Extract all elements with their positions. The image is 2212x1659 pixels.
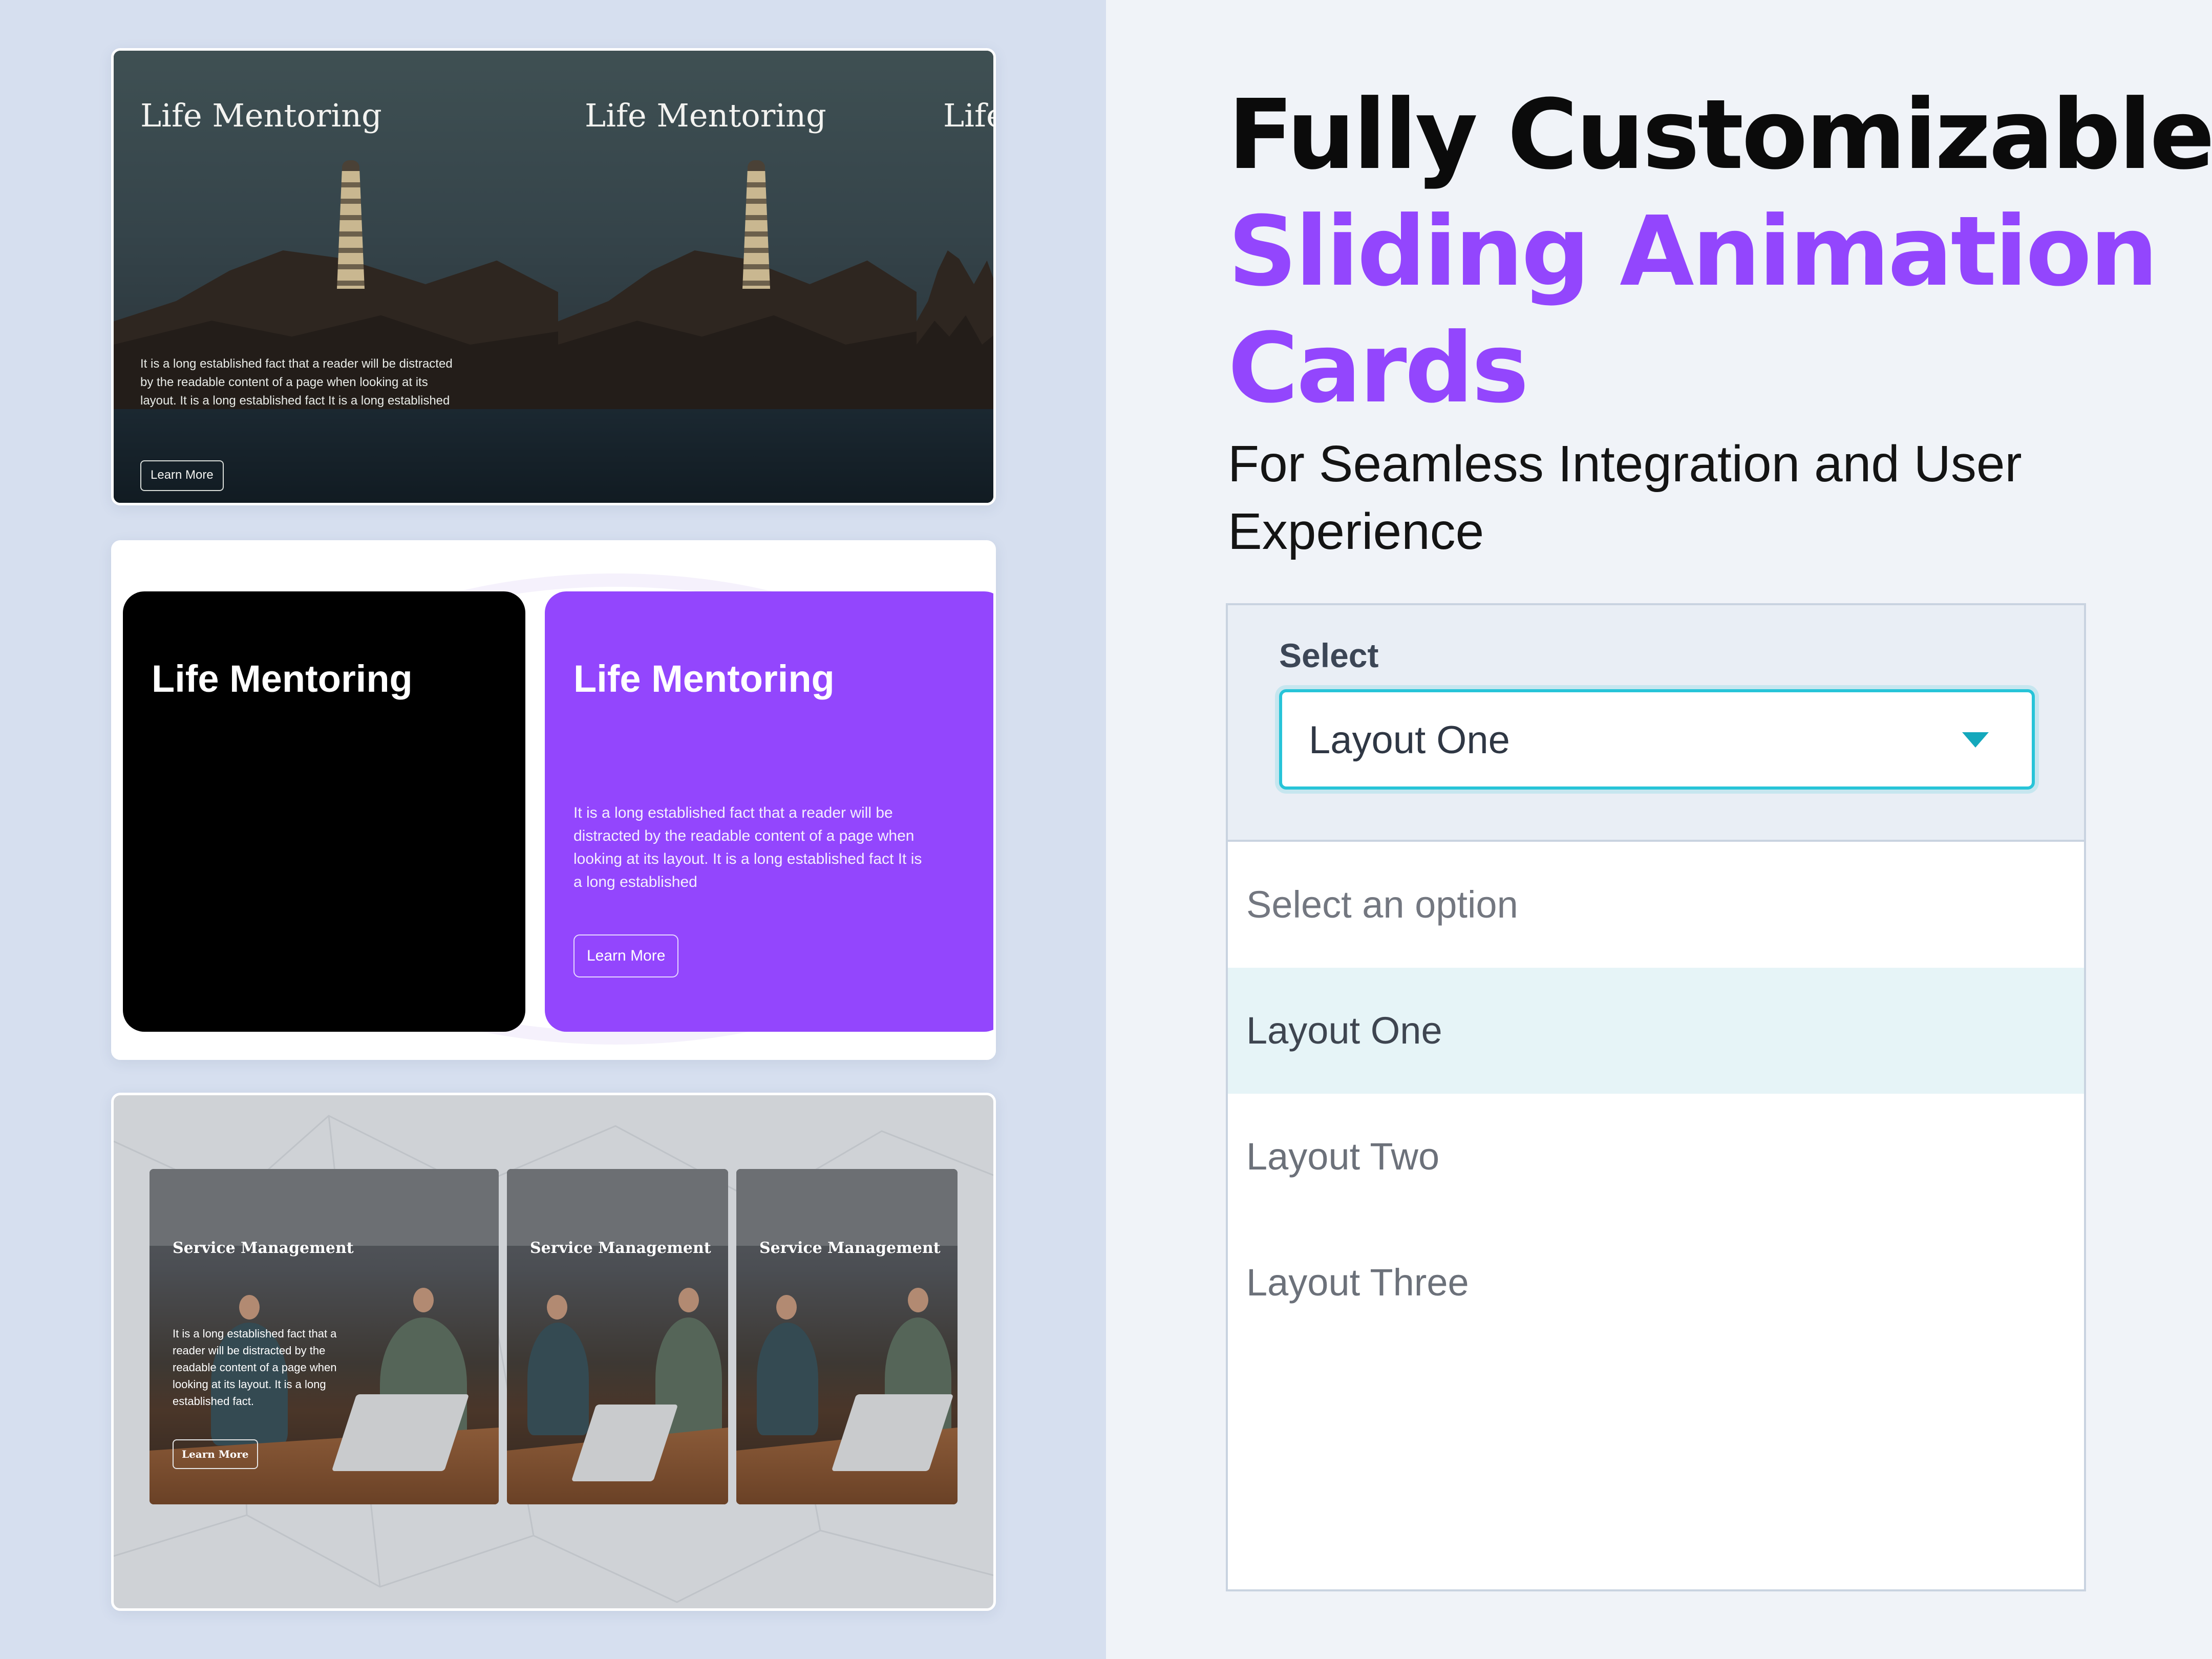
option-layout-three[interactable]: Layout Three <box>1228 1220 2084 1346</box>
layout-select: Select Layout One Select an option Layou… <box>1226 603 2086 1591</box>
slide-card[interactable]: Life <box>917 51 993 503</box>
page-title: Fully Customizable Sliding Animation Car… <box>1228 77 2212 427</box>
selected-value: Layout One <box>1309 718 1510 762</box>
card-title: Life Mentoring <box>140 97 382 134</box>
option-placeholder[interactable]: Select an option <box>1228 842 2084 968</box>
option-layout-one[interactable]: Layout One <box>1228 968 2084 1094</box>
card-title: Service Management <box>530 1239 711 1257</box>
preview-panel: Life Mentoring It is a long established … <box>0 0 1106 1659</box>
slide-card[interactable]: Life Mentoring It is a long established … <box>545 591 993 1032</box>
select-header: Select Layout One <box>1228 605 2084 842</box>
layout-one-preview: Life Mentoring It is a long established … <box>111 48 996 505</box>
layout-three-preview: Service Management It is a long establis… <box>111 1093 996 1611</box>
card-title: Life Mentoring <box>573 657 835 700</box>
title-line: Fully Customizable <box>1228 79 2212 191</box>
title-line-accent: Cards <box>1228 312 1529 424</box>
card-title: Life Mentoring <box>152 657 413 700</box>
layout-two-preview: Life Mentoring Life Mentoring It is a lo… <box>111 540 996 1060</box>
card-description: It is a long established fact that a rea… <box>140 357 453 408</box>
slide-card[interactable]: Service Management <box>507 1169 728 1504</box>
card-description: It is a long established fact that a rea… <box>173 1327 337 1408</box>
option-layout-two[interactable]: Layout Two <box>1228 1094 2084 1220</box>
learn-more-button[interactable]: Learn More <box>573 934 679 977</box>
page-subtitle: For Seamless Integration and User Experi… <box>1228 435 2022 560</box>
slide-card[interactable]: Life Mentoring <box>123 591 525 1032</box>
slide-card[interactable]: Life Mentoring It is a long established … <box>114 51 559 503</box>
card-title: Life Mentoring <box>585 97 826 134</box>
learn-more-button[interactable]: Learn More <box>173 1439 258 1469</box>
card-title: Service Management <box>759 1239 941 1257</box>
title-line-accent: Sliding Animation <box>1228 196 2158 308</box>
slide-card[interactable]: Life Mentoring <box>558 51 918 503</box>
card-title: Service Management <box>173 1239 354 1257</box>
select-label: Select <box>1279 636 1379 674</box>
dropdown-options: Select an option Layout One Layout Two L… <box>1228 842 2084 1346</box>
card-description: It is a long established fact that a rea… <box>573 804 922 890</box>
layout-dropdown[interactable]: Layout One <box>1279 689 2035 790</box>
slide-card[interactable]: Service Management It is a long establis… <box>150 1169 499 1504</box>
card-title: Life <box>943 97 993 134</box>
chevron-down-icon[interactable] <box>1962 732 1989 748</box>
learn-more-button[interactable]: Learn More <box>140 460 224 491</box>
slide-card[interactable]: Service Management <box>736 1169 958 1504</box>
